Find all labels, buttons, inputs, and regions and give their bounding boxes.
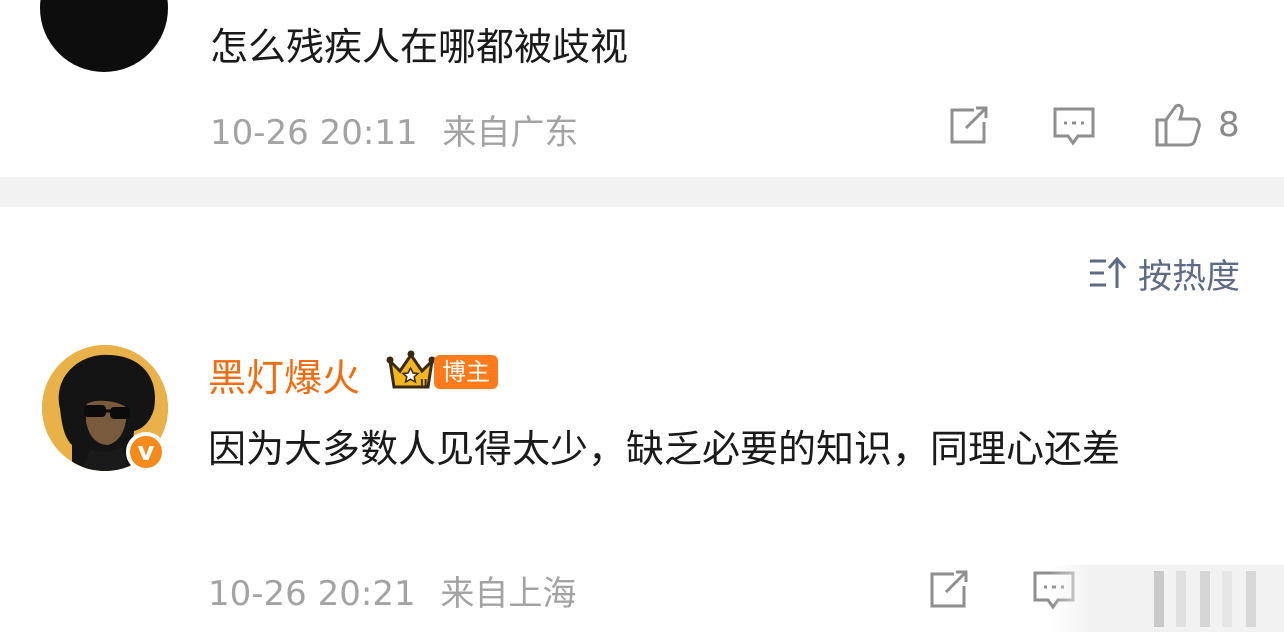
comment-text: 怎么残疾人在哪都被歧视: [210, 25, 629, 69]
thumbs-up-icon[interactable]: [1154, 102, 1202, 148]
sort-label: 按热度: [1138, 256, 1240, 297]
verified-badge: v: [126, 432, 166, 472]
comment-location: 来自广东: [442, 113, 579, 153]
watermark-bar: [1222, 571, 1232, 627]
share-icon[interactable]: [928, 570, 970, 610]
comment-location: 来自上海: [440, 574, 577, 614]
comment-text: 因为大多数人见得太少，缺乏必要的知识，同理心还差: [208, 427, 1121, 471]
sort-toggle[interactable]: 按热度: [1088, 248, 1240, 298]
comment-meta: 10-26 20:21 来自上海: [208, 566, 590, 615]
comment-icon[interactable]: [1052, 106, 1096, 148]
watermark-bar: [1246, 571, 1256, 627]
watermark-overlay: [1050, 565, 1284, 632]
like-count: 8: [1218, 105, 1240, 145]
section-divider: [0, 177, 1284, 207]
comment-meta: 10-26 20:11 来自广东: [210, 105, 592, 154]
avatar[interactable]: [40, 0, 168, 72]
author-badge: 博主: [434, 355, 498, 389]
watermark-bar: [1200, 571, 1210, 627]
comment-timestamp: 10-26 20:21: [208, 574, 416, 614]
crown-icon: II: [386, 350, 436, 389]
comment-thread: 怎么残疾人在哪都被歧视 10-26 20:11 来自广东 8 按热度 v 黑灯爆…: [0, 0, 1284, 632]
crown-rank: II: [420, 378, 427, 389]
comment-timestamp: 10-26 20:11: [210, 113, 418, 153]
sort-icon: [1090, 256, 1127, 288]
watermark-bar: [1154, 571, 1164, 627]
share-icon[interactable]: [948, 106, 990, 146]
username[interactable]: 黑灯爆火: [208, 347, 360, 402]
watermark-bar: [1176, 571, 1186, 627]
